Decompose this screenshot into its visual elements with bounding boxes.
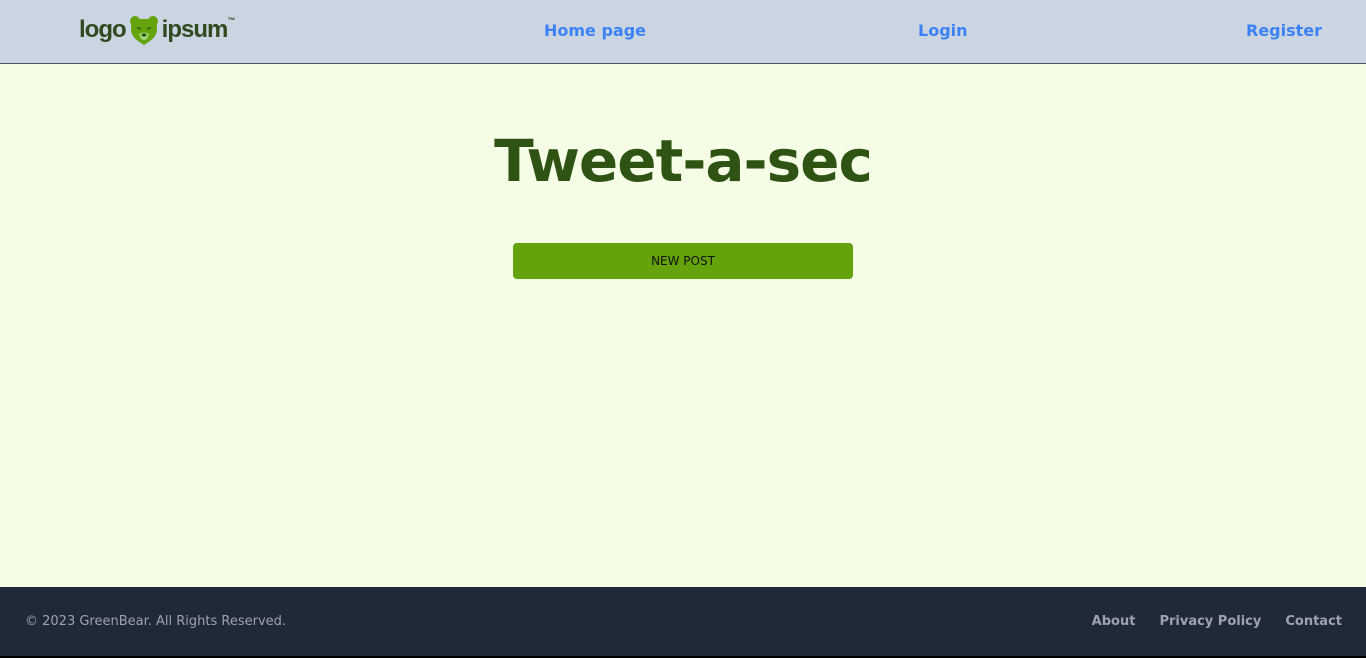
site-footer: © 2023 GreenBear. All Rights Reserved. A…: [0, 587, 1366, 658]
nav-register-link[interactable]: Register: [1246, 21, 1322, 40]
footer-contact-link[interactable]: Contact: [1285, 614, 1342, 629]
footer-about-link[interactable]: About: [1092, 614, 1136, 629]
new-post-button[interactable]: NEW POST: [513, 243, 853, 279]
footer-privacy-link[interactable]: Privacy Policy: [1159, 614, 1261, 629]
logo[interactable]: logo ipsum ™: [79, 14, 235, 46]
nav-home-link[interactable]: Home page: [544, 21, 646, 40]
logo-text-left: logo: [79, 16, 127, 43]
footer-nav: About Privacy Policy Contact: [1092, 614, 1342, 629]
copyright-text: © 2023 GreenBear. All Rights Reserved.: [25, 614, 287, 629]
bear-head-icon: [129, 16, 158, 45]
trademark-symbol: ™: [227, 16, 236, 25]
nav-login-link[interactable]: Login: [918, 21, 968, 40]
site-header: logo ipsum ™ Home page Login Register: [0, 0, 1366, 64]
main-content: Tweet-a-sec NEW POST: [0, 64, 1366, 587]
page-title: Tweet-a-sec: [494, 127, 873, 195]
logo-text-right: ipsum: [161, 16, 229, 43]
